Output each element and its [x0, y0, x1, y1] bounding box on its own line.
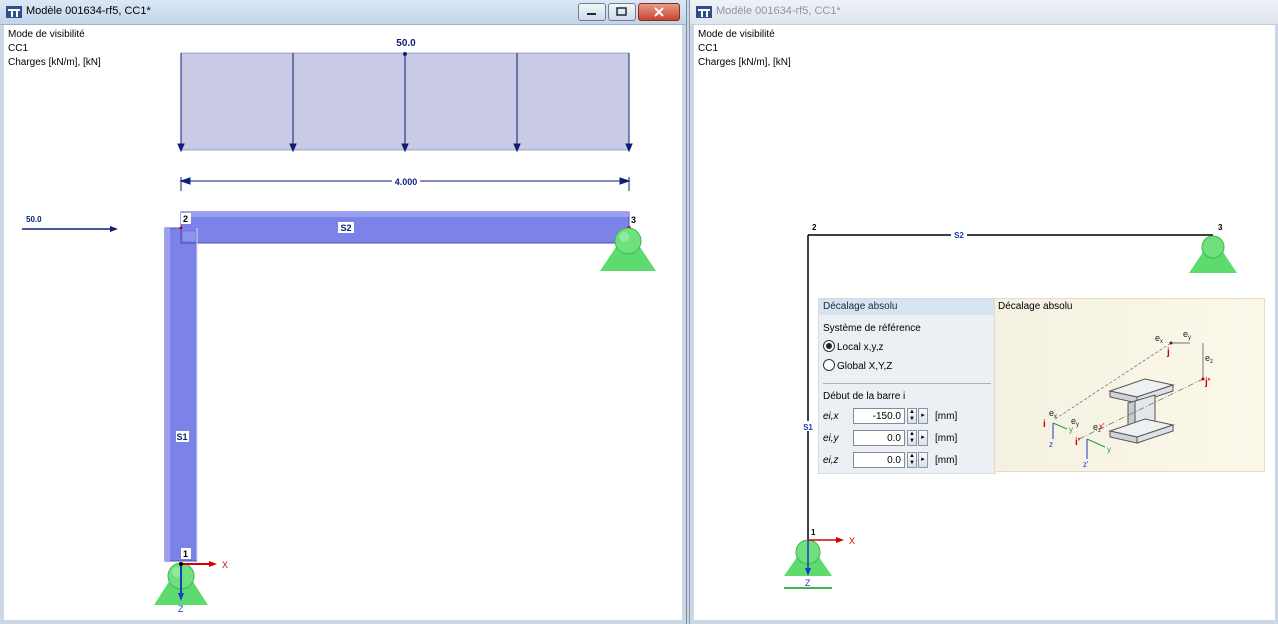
info-mode: Mode de visibilité	[698, 29, 775, 40]
member-label-s1: S1	[803, 423, 813, 432]
offset-illustration: ex ey ez j j' ex ey ez i i' z y z' y x'	[1043, 329, 1213, 469]
field-row-eiz: ei,z 0.0 ▲ ▼ ▸ [mm]	[823, 452, 993, 470]
dimension-value: 4.000	[395, 177, 418, 187]
pick-arrow-button[interactable]: ▸	[918, 430, 928, 446]
node-label-2: 2	[183, 214, 188, 224]
field-label: ei,y	[823, 433, 839, 444]
radio-global-label: Global X,Y,Z	[837, 361, 893, 372]
offset-y-input[interactable]: 0.0	[853, 430, 905, 446]
svg-text:z': z'	[1083, 460, 1089, 469]
axis-z-label: Z	[178, 604, 184, 614]
member-label-s2: S2	[954, 231, 964, 240]
node-label-3: 3	[631, 215, 636, 225]
svg-text:ey: ey	[1183, 329, 1191, 341]
dialog-header: Décalage absolu	[819, 299, 995, 315]
radio-unselected-icon	[823, 359, 835, 371]
node-label-3: 3	[1218, 223, 1223, 232]
axis-x-label: X	[849, 536, 855, 546]
field-row-eiy: ei,y 0.0 ▲ ▼ ▸ [mm]	[823, 430, 993, 448]
spin-button[interactable]: ▲ ▼	[907, 408, 917, 424]
node-label-2: 2	[812, 223, 817, 232]
node-label-1: 1	[183, 549, 188, 559]
svg-text:ex: ex	[1049, 408, 1057, 420]
svg-text:z: z	[1049, 440, 1053, 449]
field-row-eix: ei,x -150.0 ▲ ▼ ▸ [mm]	[823, 408, 993, 426]
support-node-3[interactable]	[1189, 235, 1237, 273]
spin-button[interactable]: ▲ ▼	[907, 430, 917, 446]
radio-local-label: Local x,y,z	[837, 342, 884, 353]
svg-text:y: y	[1069, 425, 1073, 434]
left-model-window[interactable]: Modèle 001634-rf5, CC1* 50.0 4.000 50.0 …	[0, 0, 687, 624]
svg-text:ez: ez	[1205, 353, 1213, 365]
svg-text:ex: ex	[1155, 333, 1163, 345]
member-label-s2: S2	[340, 223, 351, 233]
offset-z-input[interactable]: 0.0	[853, 452, 905, 468]
offset-illustration-panel: Décalage absolu ex ey ez j j' ex ey ez i…	[994, 298, 1265, 472]
svg-text:y: y	[1107, 445, 1111, 454]
pick-arrow-button[interactable]: ▸	[918, 408, 928, 424]
minimize-button[interactable]	[578, 3, 606, 21]
info-loadcase: CC1	[698, 43, 719, 54]
maximize-icon	[616, 7, 627, 16]
member-label-s1: S1	[176, 432, 187, 442]
close-icon	[654, 7, 664, 17]
left-titlebar[interactable]: Modèle 001634-rf5, CC1*	[0, 0, 686, 25]
field-label: ei,x	[823, 411, 839, 422]
svg-text:j': j'	[1204, 377, 1210, 388]
field-label: ei,z	[823, 455, 839, 466]
radio-selected-icon	[823, 340, 835, 352]
offset-dialog[interactable]: Décalage absolu Système de référence Loc…	[818, 298, 1265, 474]
radio-local[interactable]: Local x,y,z	[823, 340, 884, 353]
svg-text:i': i'	[1075, 437, 1080, 448]
offset-x-input[interactable]: -150.0	[853, 408, 905, 424]
axis-x-label: X	[222, 560, 228, 570]
load-value-side: 50.0	[26, 215, 42, 224]
left-viewport[interactable]: 50.0 4.000 50.0 S1 S2 2 3 1 X Z Mode de …	[0, 25, 686, 624]
divider	[823, 383, 991, 384]
point-load-arrow	[110, 226, 118, 232]
info-units: Charges [kN/m], [kN]	[8, 57, 101, 68]
field-unit: [mm]	[935, 411, 958, 422]
bar-start-label: Début de la barre i	[823, 391, 906, 402]
window-title: Modèle 001634-rf5, CC1*	[716, 5, 841, 17]
info-units: Charges [kN/m], [kN]	[698, 57, 791, 68]
spin-button[interactable]: ▲ ▼	[907, 452, 917, 468]
app-icon	[6, 6, 22, 18]
svg-text:x': x'	[1099, 422, 1105, 431]
app-icon	[696, 6, 712, 18]
minimize-icon	[587, 13, 596, 15]
close-button[interactable]	[638, 3, 680, 21]
load-value-top: 50.0	[396, 38, 416, 49]
svg-text:j: j	[1166, 347, 1170, 358]
ref-system-label: Système de référence	[823, 323, 921, 334]
right-model-window[interactable]: Modèle 001634-rf5, CC1* S2 S1 2 3 1 X Z …	[689, 0, 1278, 624]
offset-settings-panel: Décalage absolu Système de référence Loc…	[818, 298, 996, 474]
field-unit: [mm]	[935, 455, 958, 466]
right-viewport[interactable]: S2 S1 2 3 1 X Z Mode de visibilité CC1 C…	[690, 25, 1278, 624]
right-info-panel: Mode de visibilité CC1 Charges [kN/m], […	[698, 28, 791, 70]
window-title: Modèle 001634-rf5, CC1*	[26, 5, 151, 17]
right-titlebar[interactable]: Modèle 001634-rf5, CC1*	[690, 0, 1278, 25]
radio-global[interactable]: Global X,Y,Z	[823, 359, 892, 372]
axis-z-label: Z	[805, 578, 811, 588]
info-loadcase: CC1	[8, 43, 29, 54]
node-label-1: 1	[811, 528, 816, 537]
pick-arrow-button[interactable]: ▸	[918, 452, 928, 468]
maximize-button[interactable]	[608, 3, 636, 21]
left-info-panel: Mode de visibilité CC1 Charges [kN/m], […	[8, 28, 101, 70]
info-mode: Mode de visibilité	[8, 29, 85, 40]
field-unit: [mm]	[935, 433, 958, 444]
left-model-canvas[interactable]: 50.0 4.000 50.0 S1 S2 2 3 1 X Z	[4, 25, 687, 624]
svg-text:i: i	[1043, 419, 1046, 430]
